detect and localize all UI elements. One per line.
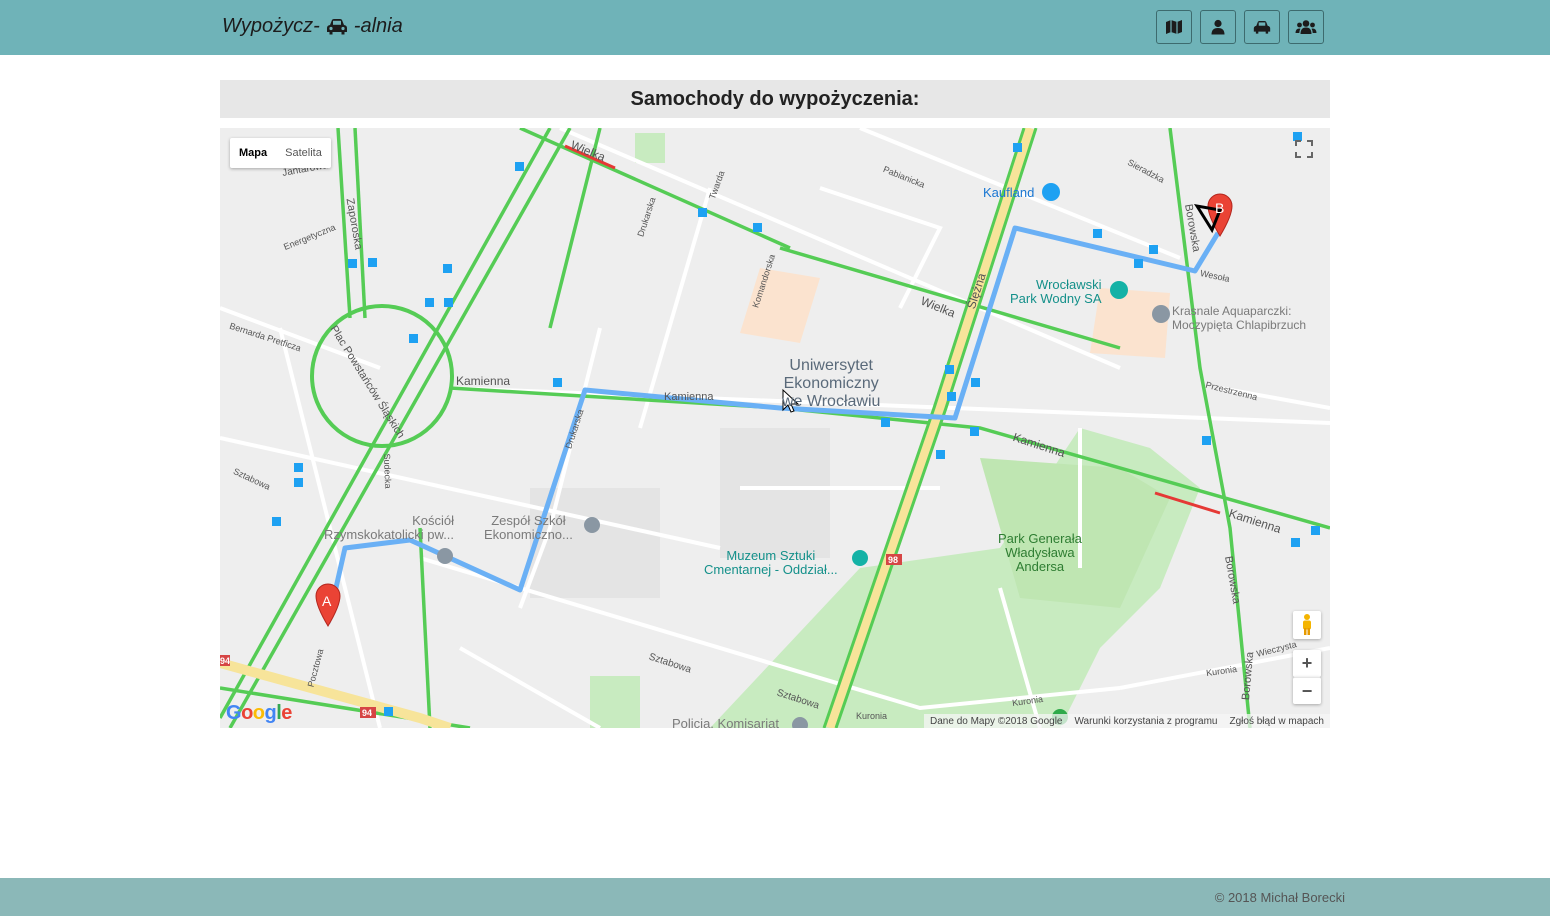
brand-prefix: Wypożycz- [222,15,320,37]
street-label: Kamienna [456,374,511,388]
map-button[interactable] [1156,10,1192,44]
zoom-out-button[interactable]: − [1293,677,1321,704]
brand-suffix: -alnia [353,15,403,37]
page-title: Samochody do wypożyczenia: [220,80,1330,118]
user-icon [1211,19,1225,35]
poi-zespol[interactable]: Zespół Szkół Ekonomiczno... [484,514,573,542]
park-area [635,133,665,163]
users-icon [1295,20,1317,34]
transit-stop-icons [272,132,1320,716]
fullscreen-icon [1295,140,1313,158]
zoom-in-button[interactable]: + [1293,650,1321,677]
poi-park-andersa[interactable]: Park Generała Władysława Andersa [998,532,1082,574]
road-number: 94 [220,656,230,666]
street-label: Sudecka [381,453,394,489]
attribution-data: Dane do Mapy ©2018 Google [930,715,1063,727]
church-icon [437,548,453,564]
marker-a-label: A [322,593,332,609]
school-icon [584,517,600,533]
footer: © 2018 Michał Borecki [0,878,1550,916]
poi-park-wodny[interactable]: Wrocławski Park Wodny SA [1010,278,1102,306]
terms-link[interactable]: Warunki korzystania z programu [1074,716,1217,727]
place-pin-icon [1152,305,1170,323]
map-attribution: Dane do Mapy ©2018 Google Warunki korzys… [924,714,1330,728]
google-logo[interactable]: Google [226,702,292,725]
copyright: © 2018 Michał Borecki [1214,890,1345,905]
car-button[interactable] [1244,10,1280,44]
car-icon [326,18,347,34]
map-canvas[interactable]: 98 94 94 [220,128,1330,728]
map[interactable]: 98 94 94 A B Wielka Wielka Jantarowa Zap… [220,128,1330,728]
user-button[interactable] [1200,10,1236,44]
street-label: Kamienna [664,391,714,403]
map-icon [1166,20,1182,34]
road-number: 94 [362,708,372,718]
report-error-link[interactable]: Zgłoś błąd w mapach [1230,716,1325,727]
poi-aquaparczki[interactable]: Krasnale Aquaparczki: Moczypięta Chlapib… [1172,304,1306,332]
campus-area [1090,288,1170,358]
nav-buttons [1156,10,1324,44]
block-area [720,428,830,558]
park-area [590,676,640,728]
navbar: Wypożycz- -alnia [0,0,1550,55]
poi-policja[interactable]: Policja, Komisariat [672,717,779,729]
users-button[interactable] [1288,10,1324,44]
poi-muzeum[interactable]: Muzeum Sztuki Cmentarnej - Oddział... [704,549,838,577]
brand[interactable]: Wypożycz- -alnia [222,15,403,38]
shopping-icon [1042,183,1060,201]
poi-kaufland[interactable]: Kaufland [983,186,1034,200]
road-number: 98 [888,555,898,565]
map-type-map-button[interactable]: Mapa [230,138,276,168]
marker-b-label: B [1215,200,1225,216]
street-view-pegman[interactable] [1293,611,1321,639]
car-icon [1253,20,1271,34]
water-park-icon [1110,281,1128,299]
poi-kosciol[interactable]: Kościół Rzymskokatolicki pw... [324,514,454,542]
map-type-satellite-button[interactable]: Satelita [276,138,331,168]
museum-icon [852,550,868,566]
fullscreen-button[interactable] [1293,138,1315,160]
poi-uniwersytet[interactable]: Uniwersytet Ekonomiczny we Wrocławiu [782,357,880,411]
street-label: Kuronia [856,711,888,721]
map-type-control: Mapa Satelita [230,138,331,168]
pegman-icon [1303,614,1311,635]
